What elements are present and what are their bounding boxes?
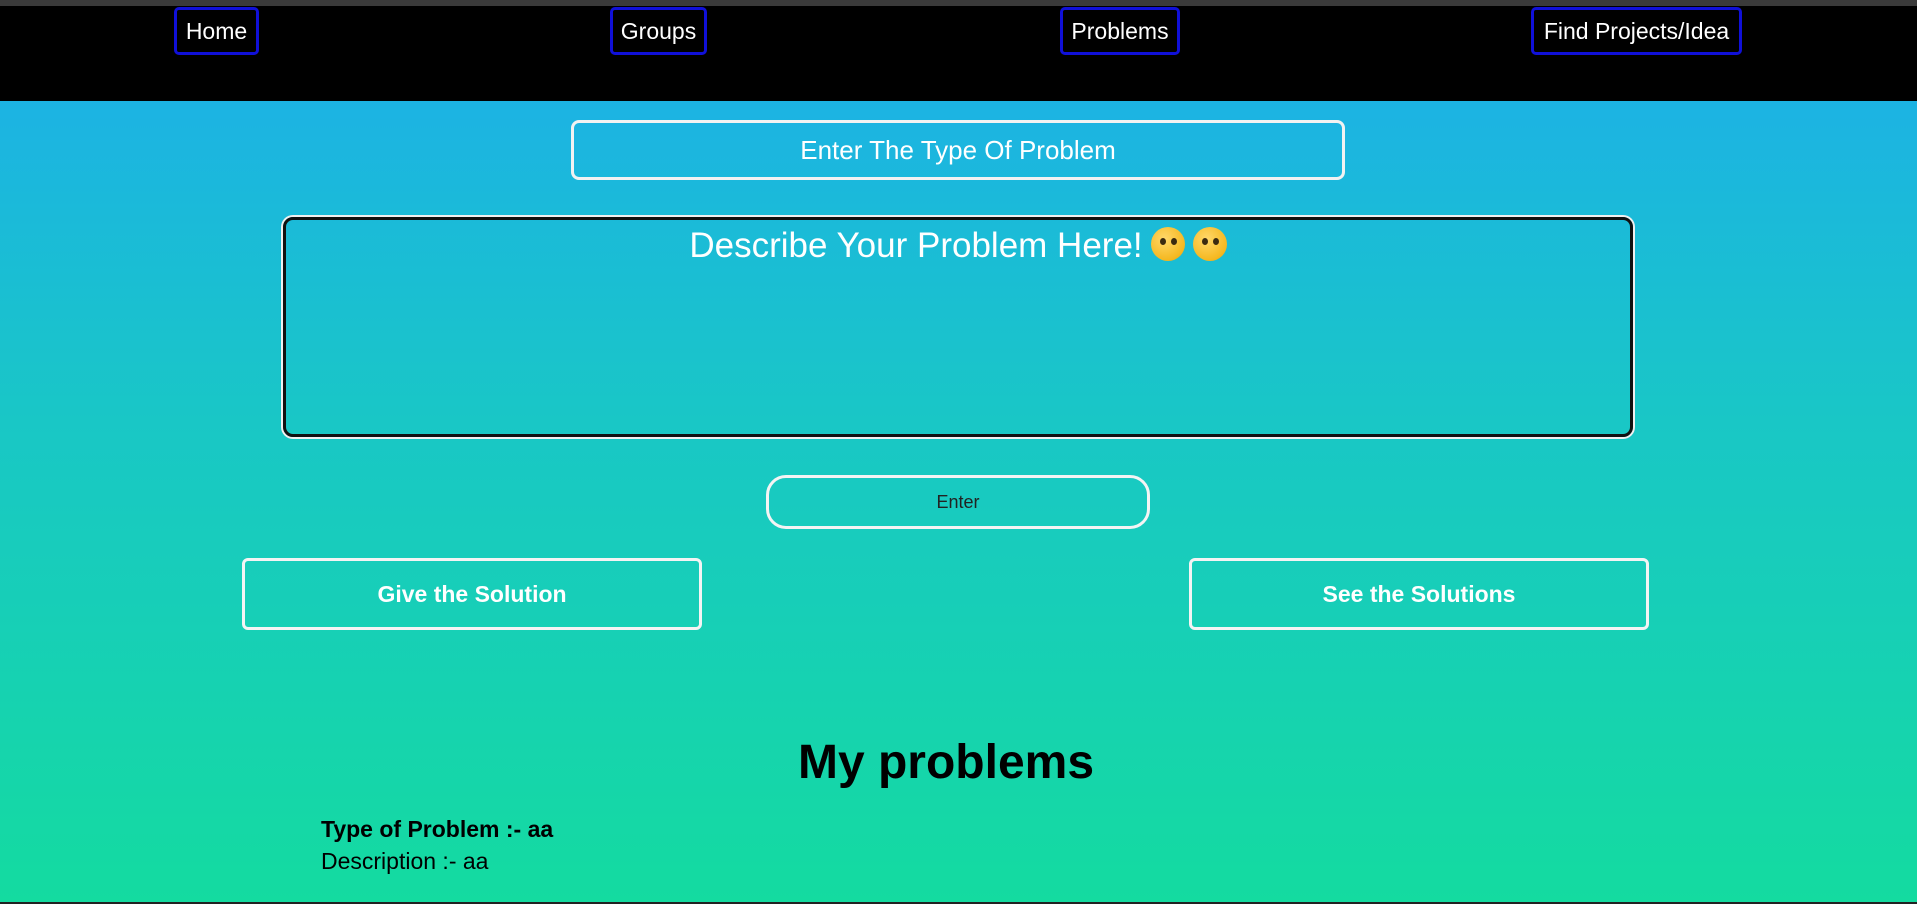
nav-home[interactable]: Home <box>174 7 259 55</box>
smiling-face-icon <box>1192 227 1227 261</box>
nav-find-projects[interactable]: Find Projects/Idea <box>1531 7 1742 55</box>
nav-groups[interactable]: Groups <box>610 7 707 55</box>
problem-type-input[interactable] <box>571 120 1345 180</box>
navbar: Home Groups Problems Find Projects/Idea <box>0 6 1917 101</box>
enter-button[interactable]: Enter <box>766 475 1150 529</box>
problem-type-text: Type of Problem :- aa <box>321 816 554 842</box>
see-solutions-button[interactable]: See the Solutions <box>1189 558 1649 630</box>
problem-description-text: Description :- aa <box>321 848 489 874</box>
description-placeholder: Describe Your Problem Here! <box>689 226 1143 265</box>
my-problems-heading: My problems <box>797 736 1095 789</box>
give-solution-button[interactable]: Give the Solution <box>242 558 702 630</box>
smiling-face-icon <box>1150 227 1185 261</box>
nav-problems[interactable]: Problems <box>1060 7 1180 55</box>
problem-description-textarea[interactable]: Describe Your Problem Here! <box>283 217 1633 437</box>
